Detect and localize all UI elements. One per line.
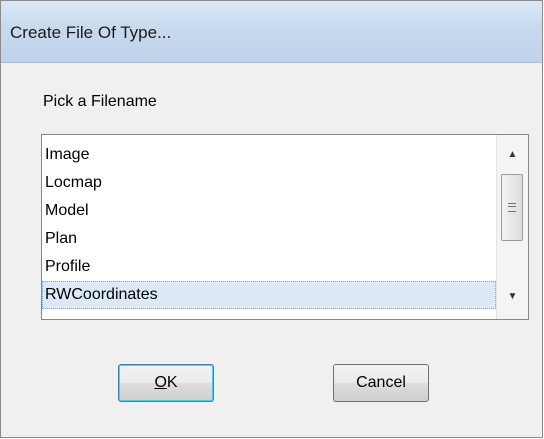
ok-button-label: OK	[154, 374, 178, 391]
dialog-window: Create File Of Type... Pick a Filename I…	[0, 0, 543, 438]
listbox-items: Image Locmap Model Plan Profile RWCoordi…	[42, 141, 496, 309]
list-item-image[interactable]: Image	[42, 141, 496, 169]
list-item-model[interactable]: Model	[42, 197, 496, 225]
list-item-plan[interactable]: Plan	[42, 225, 496, 253]
list-item-profile[interactable]: Profile	[42, 253, 496, 281]
window-title: Create File Of Type...	[10, 23, 172, 42]
scroll-up-arrow-icon[interactable]: ▲	[497, 143, 528, 167]
title-bar[interactable]: Create File Of Type...	[1, 1, 542, 63]
filename-listbox[interactable]: Image Locmap Model Plan Profile RWCoordi…	[41, 134, 529, 320]
prompt-label: Pick a Filename	[43, 93, 157, 110]
list-item-rwcoordinates[interactable]: RWCoordinates	[42, 281, 496, 309]
ok-button[interactable]: OK	[118, 364, 214, 402]
cancel-button[interactable]: Cancel	[333, 364, 429, 402]
scrollbar-thumb[interactable]	[501, 174, 523, 241]
cancel-button-label: Cancel	[356, 374, 406, 391]
listbox-scrollbar[interactable]: ▲ ▼	[496, 135, 528, 319]
scroll-grip-icon	[508, 203, 516, 212]
list-item-locmap[interactable]: Locmap	[42, 169, 496, 197]
scroll-down-arrow-icon[interactable]: ▼	[497, 285, 528, 309]
